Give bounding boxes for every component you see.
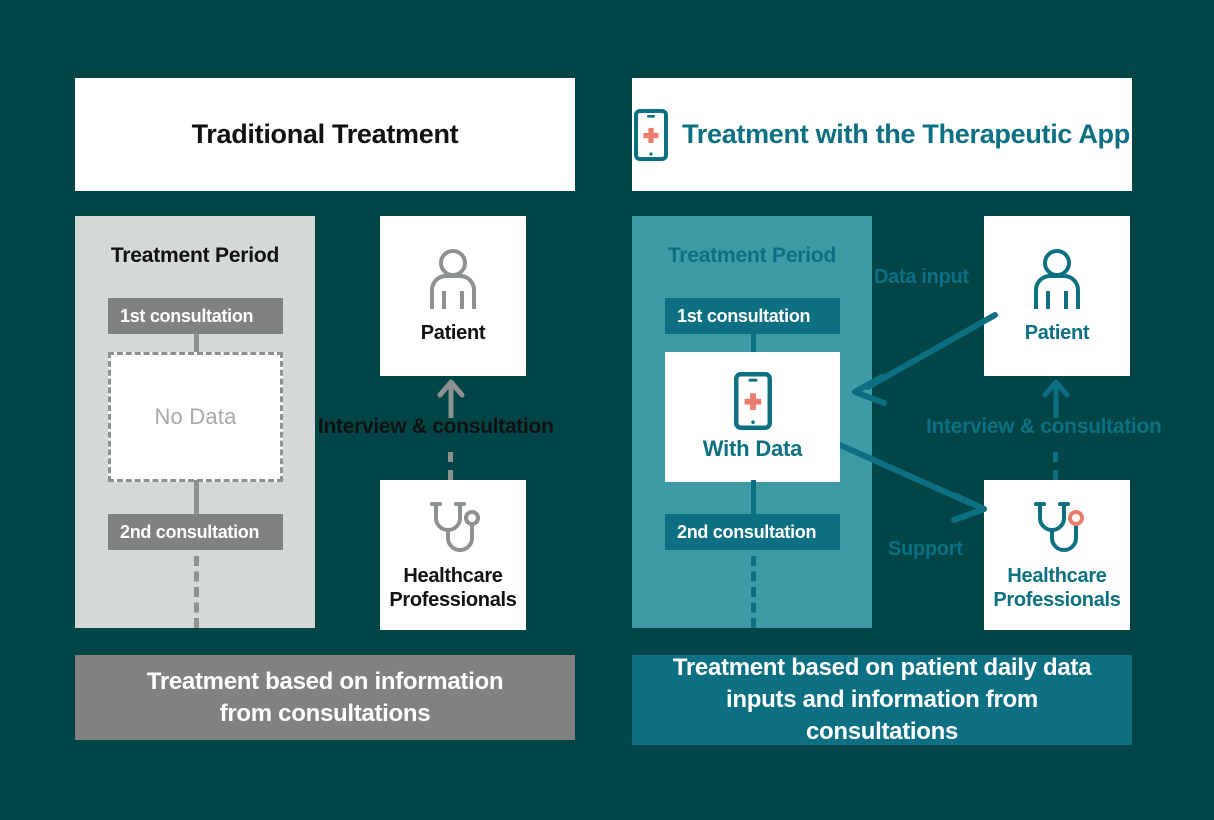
data-input-arrow bbox=[852, 312, 998, 406]
summary-line2-right: inputs and information from consultation… bbox=[726, 686, 1038, 745]
first-consultation-badge-left: 1st consultation bbox=[108, 298, 283, 334]
second-consultation-badge-right: 2nd consultation bbox=[665, 514, 840, 550]
with-data-box: With Data bbox=[665, 352, 840, 482]
interview-stem-right bbox=[1053, 452, 1058, 480]
connector-dashed-left bbox=[194, 556, 199, 628]
treatment-period-app: Treatment Period 1st consultation With D… bbox=[632, 216, 872, 628]
healthcare-professionals-card-right: Healthcare Professionals bbox=[984, 480, 1130, 630]
hcp-label-line1-right: Healthcare bbox=[1007, 564, 1107, 587]
second-consultation-badge-left: 2nd consultation bbox=[108, 514, 283, 550]
summary-line1-right: Treatment based on patient daily data bbox=[672, 654, 1092, 682]
hcp-label-line1-left: Healthcare bbox=[403, 564, 503, 587]
summary-banner-left: Treatment based on information from cons… bbox=[75, 655, 575, 740]
summary-line1-left: Treatment based on information bbox=[146, 667, 504, 695]
connector-mid-right bbox=[751, 480, 756, 514]
patient-label-right: Patient bbox=[1024, 321, 1090, 344]
treatment-period-traditional: Treatment Period 1st consultation No Dat… bbox=[75, 216, 315, 628]
smartphone-medical-icon bbox=[733, 372, 772, 430]
therapeutic-app-header: Treatment with the Therapeutic App bbox=[632, 78, 1132, 191]
interview-arrow-right bbox=[1042, 378, 1070, 418]
person-icon bbox=[422, 247, 484, 313]
first-consultation-badge-right: 1st consultation bbox=[665, 298, 840, 334]
connector-dashed-right bbox=[751, 556, 756, 628]
stethoscope-icon bbox=[422, 498, 484, 556]
interview-consultation-label-right: Interview & consultation bbox=[926, 415, 1162, 438]
diagram-canvas: Traditional Treatment Treatment with the… bbox=[0, 0, 1214, 820]
support-label: Support bbox=[888, 538, 963, 560]
healthcare-professionals-card-left: Healthcare Professionals bbox=[380, 480, 526, 630]
interview-consultation-label-left: Interview & consultation bbox=[318, 415, 554, 438]
with-data-label: With Data bbox=[702, 436, 803, 461]
page-title-left: Traditional Treatment bbox=[191, 119, 459, 149]
period-title-left: Treatment Period bbox=[110, 244, 280, 267]
summary-banner-right: Treatment based on patient daily data in… bbox=[632, 654, 1132, 745]
stethoscope-icon bbox=[1026, 498, 1088, 556]
patient-card-right: Patient bbox=[984, 216, 1130, 376]
hcp-label-line2-right: Professionals bbox=[993, 589, 1121, 611]
page-title-right: Treatment with the Therapeutic App bbox=[682, 119, 1130, 149]
patient-label-left: Patient bbox=[420, 321, 486, 344]
hcp-label-line2-left: Professionals bbox=[389, 589, 517, 611]
traditional-treatment-header: Traditional Treatment bbox=[75, 78, 575, 191]
no-data-label: No Data bbox=[154, 404, 237, 429]
data-input-label: Data input bbox=[874, 266, 969, 288]
interview-arrow-left bbox=[437, 378, 465, 418]
connector-top-left bbox=[194, 334, 199, 352]
summary-line2-left: from consultations bbox=[219, 699, 431, 727]
smartphone-medical-icon bbox=[634, 108, 669, 161]
no-data-box: No Data bbox=[108, 352, 283, 482]
person-icon bbox=[1026, 247, 1088, 313]
connector-mid-left bbox=[194, 480, 199, 514]
period-title-right: Treatment Period bbox=[667, 244, 837, 267]
patient-card-left: Patient bbox=[380, 216, 526, 376]
connector-top-right bbox=[751, 334, 756, 352]
interview-stem-left bbox=[448, 452, 453, 480]
